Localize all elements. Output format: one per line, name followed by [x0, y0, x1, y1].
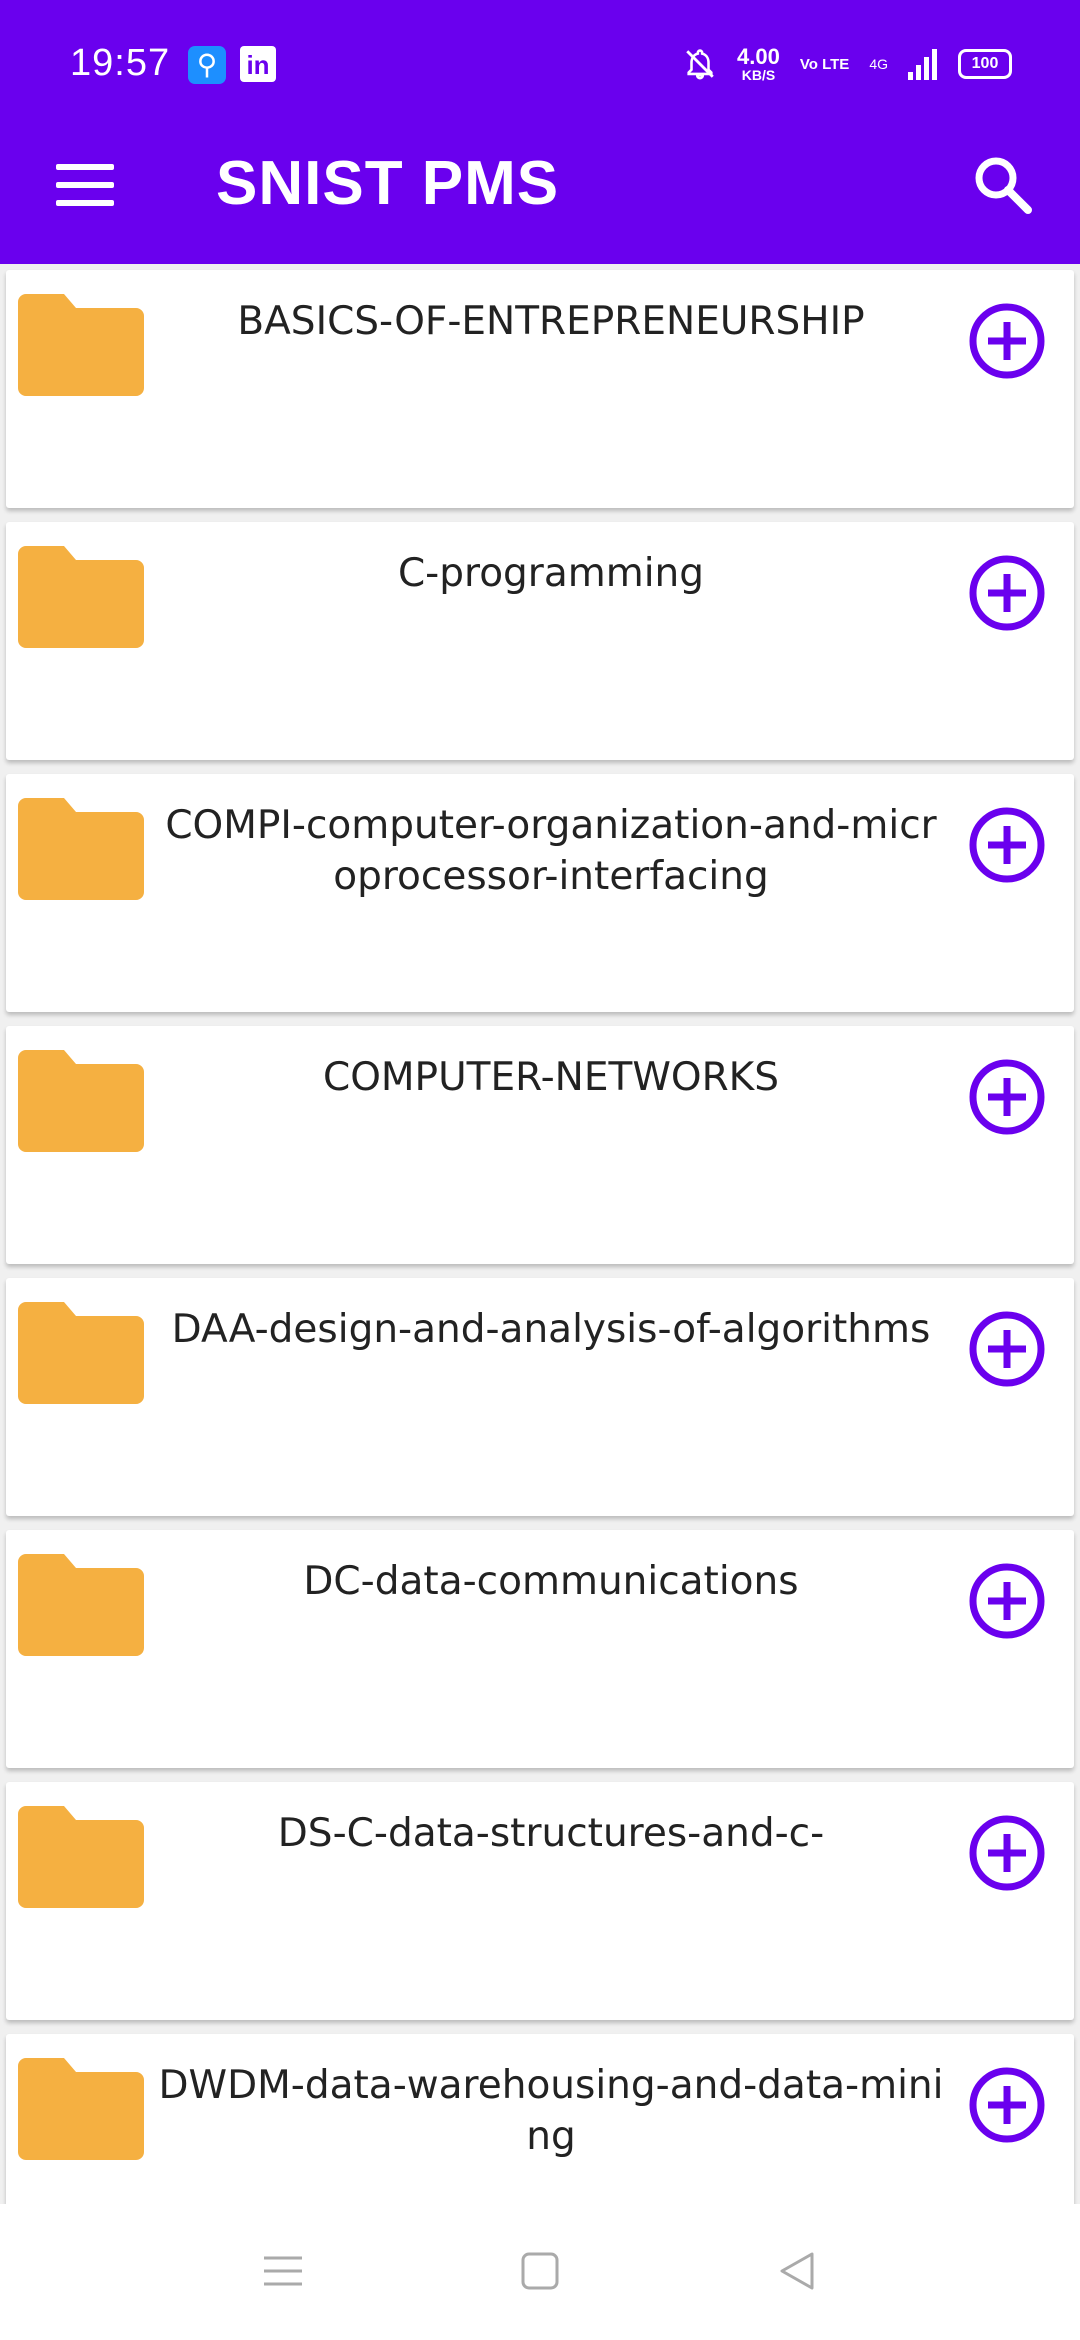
folder-icon: [18, 2058, 144, 2160]
folder-icon: [18, 1554, 144, 1656]
folder-card[interactable]: DWDM-data-warehousing-and-data-mining: [6, 2034, 1074, 2204]
folder-icon: [18, 1302, 144, 1404]
battery-indicator: 100: [958, 49, 1012, 79]
network-speed-unit: KB/S: [741, 67, 776, 83]
folder-card[interactable]: DAA-design-and-analysis-of-algorithms: [6, 1278, 1074, 1516]
add-circle-icon[interactable]: [968, 1310, 1046, 1388]
add-circle-icon[interactable]: [968, 554, 1046, 632]
recent-apps-icon[interactable]: [260, 2248, 306, 2294]
folder-card[interactable]: DS-C-data-structures-and-c-: [6, 1782, 1074, 2020]
folder-name: DAA-design-and-analysis-of-algorithms: [171, 1307, 931, 1352]
folder-name: COMPUTER-NETWORKS: [322, 1055, 780, 1100]
folder-name: COMPI-computer-organization-and-micropro…: [165, 803, 937, 899]
folder-icon: [18, 798, 144, 900]
folder-name: C-programming: [397, 551, 705, 596]
signal-icon: [908, 49, 937, 80]
folder-card[interactable]: COMPI-computer-organization-and-micropro…: [6, 774, 1074, 1012]
add-circle-icon[interactable]: [968, 1562, 1046, 1640]
add-circle-icon[interactable]: [968, 1814, 1046, 1892]
status-icons: 4.00 KB/S Vo LTE 4G 100: [683, 42, 1012, 86]
network-speed-value: 4.00: [737, 44, 780, 69]
add-circle-icon[interactable]: [968, 302, 1046, 380]
folder-icon: [18, 294, 144, 396]
status-time: 19:57: [70, 42, 171, 84]
folder-name: DS-C-data-structures-and-c-: [277, 1811, 825, 1856]
folder-name: BASICS-OF-ENTREPRENEURSHIP: [237, 299, 865, 344]
back-icon[interactable]: [774, 2248, 820, 2294]
home-icon[interactable]: [517, 2248, 563, 2294]
app-bar: SNIST PMS: [0, 130, 1080, 264]
folder-card[interactable]: BASICS-OF-ENTREPRENEURSHIP: [6, 270, 1074, 508]
folder-card[interactable]: C-programming: [6, 522, 1074, 760]
folder-card[interactable]: DC-data-communications: [6, 1530, 1074, 1768]
volte-indicator: Vo LTE: [799, 55, 850, 73]
top-bar: 19:57 ⚲ in 4.00 KB/S Vo LTE 4G 100 SNIST…: [0, 0, 1080, 264]
app-title: SNIST PMS: [216, 149, 560, 218]
folder-list[interactable]: BASICS-OF-ENTREPRENEURSHIP C-programming…: [0, 264, 1080, 2204]
folder-icon: [18, 546, 144, 648]
folder-card[interactable]: COMPUTER-NETWORKS: [6, 1026, 1074, 1264]
linkedin-icon: in: [240, 46, 276, 82]
network-type: 4G: [869, 56, 888, 72]
navigation-bar: [0, 2204, 1080, 2340]
add-circle-icon[interactable]: [968, 1058, 1046, 1136]
notifications-off-icon: [686, 49, 714, 80]
add-circle-icon[interactable]: [968, 2066, 1046, 2144]
folder-name: DWDM-data-warehousing-and-data-mining: [158, 2063, 944, 2159]
folder-icon: [18, 1806, 144, 1908]
network-speed: 4.00 KB/S: [737, 44, 780, 83]
hamburger-menu-icon[interactable]: [56, 162, 114, 208]
usb-icon: ⚲: [188, 46, 226, 84]
add-circle-icon[interactable]: [968, 806, 1046, 884]
search-icon[interactable]: [970, 152, 1034, 216]
folder-name: DC-data-communications: [303, 1559, 799, 1604]
folder-icon: [18, 1050, 144, 1152]
status-bar: 19:57 ⚲ in 4.00 KB/S Vo LTE 4G 100: [0, 0, 1080, 130]
